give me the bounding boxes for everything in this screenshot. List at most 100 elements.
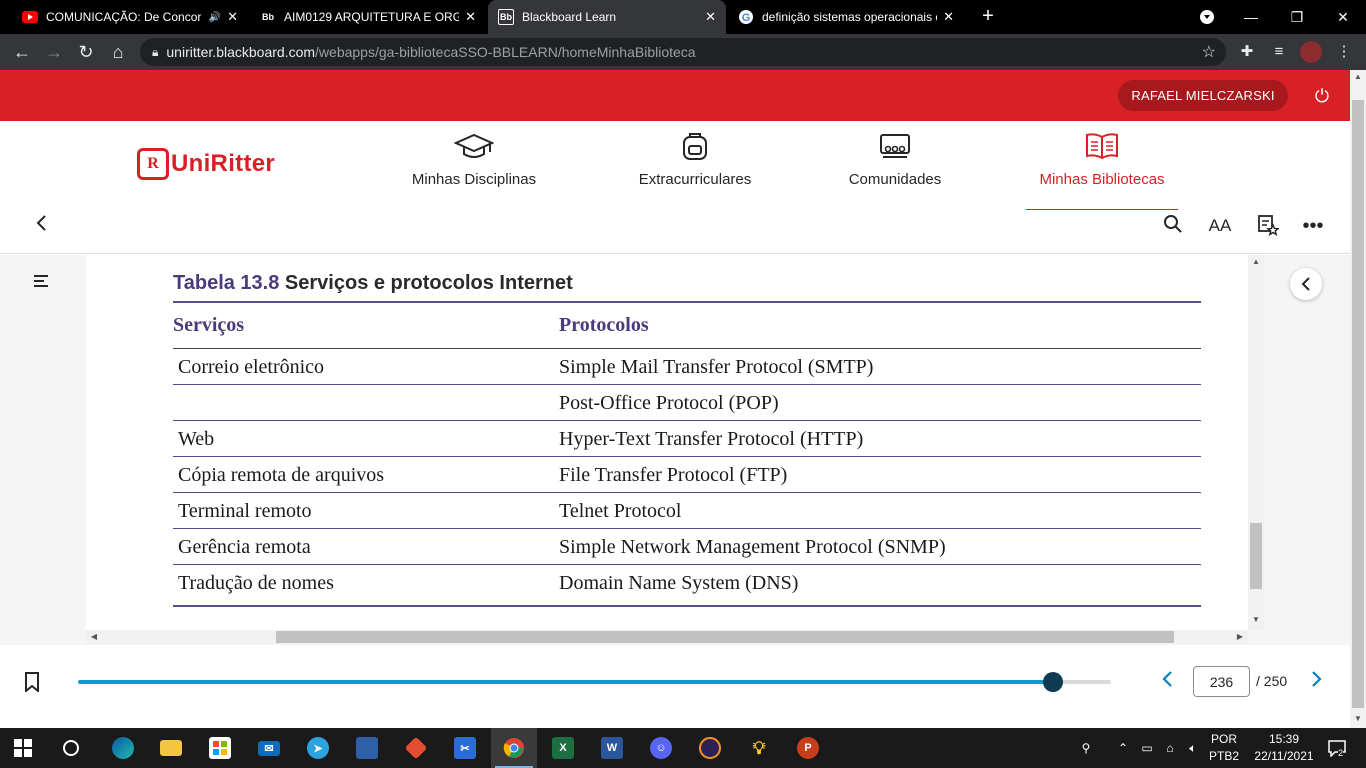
browser-tab-blackboard-learn[interactable]: Bb Blackboard Learn ✕ bbox=[488, 0, 726, 34]
protocol-cell: Domain Name System (DNS) bbox=[559, 572, 799, 594]
page-vertical-scrollbar[interactable]: ▲ ▼ bbox=[1248, 255, 1264, 630]
browser-tab-google[interactable]: G definição sistemas operacionais c ✕ bbox=[728, 0, 964, 34]
discord-icon[interactable]: ☺ bbox=[638, 728, 684, 768]
service-cell: Cópia remota de arquivos bbox=[178, 464, 385, 486]
slider-knob[interactable] bbox=[1043, 672, 1064, 692]
lock-icon[interactable]: 🔒︎ bbox=[152, 45, 158, 60]
edge-icon[interactable] bbox=[100, 728, 146, 768]
forward-button[interactable]: → bbox=[42, 40, 66, 64]
scroll-down-arrow-icon[interactable]: ▼ bbox=[1350, 714, 1366, 723]
nav-label: Extracurriculares bbox=[638, 171, 752, 188]
next-page-chevron-icon[interactable] bbox=[1306, 670, 1328, 694]
git-icon[interactable] bbox=[393, 728, 439, 768]
close-tab-icon[interactable]: ✕ bbox=[705, 9, 716, 25]
scroll-up-arrow-icon[interactable]: ▲ bbox=[1350, 72, 1366, 81]
browser-tab-strip: COMUNICAÇÃO: De Concor 🔊 ✕ Bb AIM0129 AR… bbox=[0, 0, 1366, 34]
back-button[interactable]: ← bbox=[10, 40, 34, 64]
browser-toolbar: ← → ↻ ⌂ 🔒︎ uniritter.blackboard.com/weba… bbox=[0, 34, 1366, 70]
open-book-icon bbox=[1082, 131, 1122, 161]
language-code: POR bbox=[1210, 732, 1237, 746]
protocol-cell: Hyper-Text Transfer Protocol (HTTP) bbox=[559, 428, 864, 450]
tab-title: COMUNICAÇÃO: De Concor bbox=[46, 10, 202, 24]
extensions-icon[interactable]: ✚ bbox=[1237, 42, 1257, 62]
file-explorer-icon[interactable] bbox=[148, 728, 194, 768]
profile-avatar[interactable] bbox=[1300, 41, 1322, 63]
language-indicator[interactable]: POR PTB2 bbox=[1205, 731, 1243, 765]
show-hidden-icons-chevron-icon[interactable]: ⌃ bbox=[1112, 728, 1134, 768]
nav-minhas-bibliotecas[interactable]: Minhas Bibliotecas bbox=[1030, 131, 1174, 201]
close-tab-icon[interactable]: ✕ bbox=[465, 9, 476, 25]
table-title: Tabela 13.8 Serviços e protocolos Intern… bbox=[173, 272, 573, 295]
more-options-icon[interactable]: ••• bbox=[1299, 214, 1327, 238]
address-bar[interactable]: 🔒︎ uniritter.blackboard.com/webapps/ga-b… bbox=[140, 38, 1226, 66]
excel-icon[interactable]: X bbox=[540, 728, 586, 768]
service-cell: Correio eletrônico bbox=[178, 356, 325, 378]
battery-icon[interactable]: ▭ bbox=[1136, 728, 1158, 768]
restore-button[interactable]: ❐ bbox=[1274, 0, 1320, 34]
nav-comunidades[interactable]: Comunidades bbox=[840, 131, 950, 201]
chrome-taskbar-icon[interactable] bbox=[491, 728, 537, 768]
close-window-button[interactable]: ✕ bbox=[1320, 0, 1366, 34]
word-icon[interactable]: W bbox=[589, 728, 635, 768]
bookmark-star-icon[interactable]: ☆ bbox=[1202, 42, 1216, 62]
logout-power-icon[interactable]: ⏻ bbox=[1310, 84, 1334, 108]
reload-button[interactable]: ↻ bbox=[74, 40, 98, 64]
minimize-button[interactable]: — bbox=[1228, 0, 1274, 34]
scroll-down-arrow-icon[interactable]: ▼ bbox=[1248, 615, 1264, 627]
scrollbar-thumb[interactable] bbox=[1250, 523, 1262, 589]
telegram-icon[interactable]: ➤ bbox=[295, 728, 341, 768]
chrome-menu-icon[interactable]: ⋮ bbox=[1334, 42, 1354, 62]
scroll-right-arrow-icon[interactable]: ▶ bbox=[1234, 630, 1246, 644]
mail-icon[interactable]: ✉ bbox=[246, 728, 292, 768]
search-icon[interactable] bbox=[1159, 214, 1187, 238]
slider-fill bbox=[78, 680, 1054, 684]
user-menu-button[interactable]: RAFAEL MIELCZARSKI bbox=[1118, 80, 1288, 111]
youtube-icon bbox=[22, 9, 38, 25]
text-size-icon[interactable]: AA bbox=[1206, 214, 1234, 238]
scroll-left-arrow-icon[interactable]: ◀ bbox=[88, 630, 100, 644]
page-horizontal-scrollbar[interactable]: ◀ ▶ bbox=[86, 630, 1248, 644]
community-icon bbox=[875, 131, 915, 161]
browser-tab-youtube[interactable]: COMUNICAÇÃO: De Concor 🔊 ✕ bbox=[12, 0, 248, 34]
reader-back-chevron-icon[interactable] bbox=[27, 214, 55, 238]
table-number: Tabela 13.8 bbox=[173, 272, 280, 294]
home-button[interactable]: ⌂ bbox=[106, 40, 130, 64]
new-tab-button[interactable]: + bbox=[978, 6, 998, 26]
system-clock[interactable]: 15:39 22/11/2021 bbox=[1252, 731, 1316, 765]
scrollbar-thumb[interactable] bbox=[1352, 100, 1364, 708]
previous-page-chevron-icon[interactable] bbox=[1156, 670, 1178, 694]
speaker-icon[interactable]: 🔊 bbox=[209, 12, 221, 23]
tab-title: definição sistemas operacionais c bbox=[762, 10, 938, 24]
page-number-input[interactable] bbox=[1193, 666, 1250, 697]
starred-list-icon[interactable] bbox=[1254, 214, 1282, 238]
page-progress-slider[interactable] bbox=[78, 672, 1111, 692]
tips-lightbulb-icon[interactable]: 💡︎ bbox=[736, 728, 782, 768]
search-circle-icon[interactable] bbox=[48, 728, 94, 768]
scrollbar-thumb[interactable] bbox=[276, 631, 1174, 643]
virtualbox-icon[interactable] bbox=[344, 728, 390, 768]
network-icon[interactable]: ⌂ bbox=[1159, 728, 1181, 768]
windows-start-icon[interactable] bbox=[0, 728, 46, 768]
close-tab-icon[interactable]: ✕ bbox=[227, 9, 238, 25]
microsoft-store-icon[interactable] bbox=[197, 728, 243, 768]
protocol-cell: Telnet Protocol bbox=[559, 500, 682, 522]
nav-extracurriculares[interactable]: Extracurriculares bbox=[630, 131, 760, 201]
scroll-up-arrow-icon[interactable]: ▲ bbox=[1248, 257, 1264, 269]
snipping-tool-icon[interactable]: ✂ bbox=[442, 728, 488, 768]
nav-minhas-disciplinas[interactable]: Minhas Disciplinas bbox=[404, 131, 544, 201]
uniritter-logo[interactable]: R UniRitter bbox=[137, 148, 275, 180]
people-icon[interactable]: ⚲ bbox=[1074, 728, 1098, 768]
browser-vertical-scrollbar[interactable]: ▲ ▼ bbox=[1350, 70, 1366, 728]
bookmark-icon[interactable] bbox=[24, 672, 40, 694]
volume-icon[interactable]: 🔈︎ bbox=[1182, 728, 1204, 768]
close-tab-icon[interactable]: ✕ bbox=[943, 9, 954, 25]
notifications-icon[interactable]: 2 bbox=[1322, 728, 1352, 768]
table-of-contents-icon[interactable] bbox=[33, 274, 51, 292]
tab-search-icon[interactable] bbox=[1184, 0, 1230, 34]
media-control-icon[interactable]: ≡ bbox=[1269, 42, 1289, 62]
table-row: Tradução de nomes Domain Name System (DN… bbox=[173, 565, 1201, 607]
collapse-panel-chevron-icon[interactable] bbox=[1290, 268, 1322, 300]
powerpoint-icon[interactable]: P bbox=[785, 728, 831, 768]
eclipse-icon[interactable] bbox=[687, 728, 733, 768]
browser-tab-aim0129[interactable]: Bb AIM0129 ARQUITETURA E ORGA ✕ bbox=[250, 0, 486, 34]
